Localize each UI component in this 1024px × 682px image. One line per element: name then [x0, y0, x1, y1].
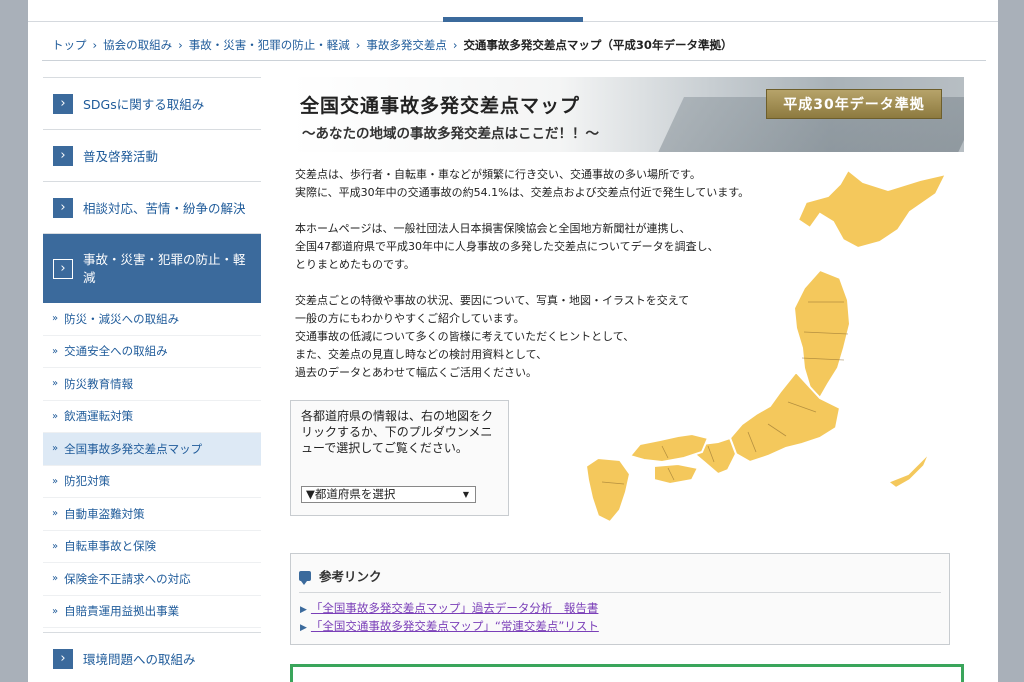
double-arrow-icon: »: [52, 410, 59, 422]
hero-banner: 全国交通事故多発交差点マップ 〜あなたの地域の事故多発交差点はここだ！！〜 平成…: [290, 77, 964, 152]
speech-bubble-icon: [299, 570, 311, 585]
intro-line: 過去のデータとあわせて幅広くご活用ください。: [295, 366, 537, 379]
prefecture-selector-box: 各都道府県の情報は、右の地図をクリックするか、下のプルダウンメニューで選択してご…: [290, 400, 509, 516]
reference-link-label: 「全国交通事故多発交差点マップ」“常連交差点”リスト: [310, 619, 599, 633]
sidebar-item-label: 環境問題への取組み: [83, 652, 196, 667]
sidebar-item-label: 相談対応、苦情・紛争の解決: [83, 201, 246, 216]
japan-map-svg[interactable]: [558, 162, 958, 532]
page-subtitle: 〜あなたの地域の事故多発交差点はここだ！！〜: [302, 126, 599, 142]
sidebar-subitem-jibaiseki[interactable]: » 自賠責運用益拠出事業: [43, 596, 261, 628]
sidebar-subitem-label: 自賠責運用益拠出事業: [64, 604, 180, 619]
bullet-arrow-icon: ▶: [300, 605, 307, 615]
sidebar-subitem-education[interactable]: » 防災教育情報: [43, 368, 261, 401]
reference-link-label: 「全国事故多発交差点マップ」過去データ分析 報告書: [310, 601, 599, 615]
reference-links-box: 参考リンク ▶ 「全国事故多発交差点マップ」過去データ分析 報告書 ▶ 「全国交通事…: [290, 553, 950, 645]
breadcrumb: トップ › 協会の取組み › 事故・災害・犯罪の防止・軽減 › 事故多発交差点 › 交通事故多発…: [52, 37, 982, 55]
sidebar-subitem-label: 自動車盗難対策: [64, 506, 145, 521]
sidebar-subitem-label: 防犯対策: [64, 474, 111, 489]
reference-links-title: 参考リンク: [319, 569, 382, 584]
prefecture-dropdown[interactable]: ▼都道府県を選択 ▼: [301, 486, 476, 503]
intro-line: 一般の方にもわかりやすくご紹介しています。: [295, 312, 525, 325]
sidebar-item-environment[interactable]: › 環境問題への取組み: [43, 632, 261, 682]
sidebar-subitem-label: 防災教育情報: [64, 376, 134, 391]
sidebar-subitem-fraud[interactable]: » 保険金不正請求への対応: [43, 563, 261, 596]
sidebar-subitem-label: 保険金不正請求への対応: [64, 571, 191, 586]
chevron-right-icon: ›: [53, 197, 73, 218]
reference-divider: [299, 592, 941, 593]
top-navigation: [28, 0, 998, 22]
reference-link-analysis-report[interactable]: ▶ 「全国事故多発交差点マップ」過去データ分析 報告書: [300, 600, 598, 616]
sidebar-subitem-bicycle[interactable]: » 自転車事故と保険: [43, 531, 261, 563]
page: トップ › 協会の取組み › 事故・災害・犯罪の防止・軽減 › 事故多発交差点 › 交通事故多発…: [28, 0, 998, 682]
intro-line: また、交差点の見直し時などの検討用資料として、: [295, 348, 548, 361]
map-region-kyushu[interactable]: [584, 456, 632, 524]
sidebar-subitem-drunk-driving[interactable]: » 飲酒運転対策: [43, 401, 261, 433]
reference-link-regular-intersections[interactable]: ▶ 「全国交通事故多発交差点マップ」“常連交差点”リスト: [300, 618, 599, 634]
selector-instructions: 各都道府県の情報は、右の地図をクリックするか、下のプルダウンメニューで選択してご…: [301, 409, 494, 455]
double-arrow-icon: »: [52, 313, 59, 325]
map-region-hokkaido[interactable]: [796, 168, 948, 250]
double-arrow-icon: »: [52, 378, 59, 390]
breadcrumb-separator: ›: [92, 38, 98, 52]
double-arrow-icon: »: [52, 540, 59, 552]
breadcrumb-link-activities[interactable]: 協会の取組み: [103, 38, 172, 52]
sidebar-item-label: SDGsに関する取組み: [83, 97, 205, 112]
breadcrumb-link-top[interactable]: トップ: [52, 38, 87, 52]
double-arrow-icon: »: [52, 443, 59, 455]
page-title: 全国交通事故多発交差点マップ: [300, 95, 581, 117]
sidebar-subitem-intersection-map-current[interactable]: » 全国事故多発交差点マップ: [43, 433, 261, 466]
sidebar-item-awareness[interactable]: › 普及啓発活動: [43, 129, 261, 181]
sidebar-subitem-label: 全国事故多発交差点マップ: [64, 441, 203, 456]
sidebar-subitem-label: 防災・減災への取組み: [64, 311, 180, 326]
sidebar-subitem-crime-prevention[interactable]: » 防犯対策: [43, 466, 261, 498]
sidebar-item-sdgs[interactable]: › SDGsに関する取組み: [43, 77, 261, 129]
sidebar-item-prevention-active[interactable]: › 事故・災害・犯罪の防止・軽減: [43, 233, 261, 303]
sidebar-subitem-car-theft[interactable]: » 自動車盗難対策: [43, 498, 261, 531]
sidebar-subitem-label: 交通安全への取組み: [64, 344, 168, 359]
sidebar-item-consultation[interactable]: › 相談対応、苦情・紛争の解決: [43, 181, 261, 233]
japan-map[interactable]: [558, 162, 958, 532]
map-region-shikoku[interactable]: [653, 462, 700, 486]
double-arrow-icon: »: [52, 605, 59, 617]
chevron-right-icon: ›: [53, 258, 73, 279]
sidebar-subitem-label: 飲酒運転対策: [64, 409, 134, 424]
reference-links-heading: 参考リンク: [299, 566, 382, 585]
chevron-down-icon: ▼: [462, 490, 469, 499]
double-arrow-icon: »: [52, 345, 59, 357]
top-nav-tab-3[interactable]: [618, 0, 758, 22]
sidebar-subitem-disaster[interactable]: » 防災・減災への取組み: [43, 303, 261, 336]
bullet-arrow-icon: ▶: [300, 623, 307, 633]
map-region-chugoku[interactable]: [628, 432, 710, 464]
top-nav-tab-active[interactable]: [443, 0, 583, 22]
sidebar-subitem-traffic-safety[interactable]: » 交通安全への取組み: [43, 336, 261, 368]
double-arrow-icon: »: [52, 475, 59, 487]
year-badge: 平成30年データ準拠: [766, 89, 942, 119]
breadcrumb-separator: ›: [452, 38, 458, 52]
breadcrumb-current: 交通事故多発交差点マップ（平成30年データ準拠）: [463, 38, 733, 52]
breadcrumb-separator: ›: [355, 38, 361, 52]
sidebar-item-label: 普及啓発活動: [83, 149, 159, 164]
breadcrumb-divider: [42, 60, 986, 61]
chevron-right-icon: ›: [53, 648, 73, 669]
next-section-box: [290, 664, 964, 682]
sidebar-subitem-label: 自転車事故と保険: [64, 539, 157, 554]
breadcrumb-separator: ›: [178, 38, 183, 52]
intro-line: とりまとめたものです。: [295, 258, 415, 271]
breadcrumb-link-intersections[interactable]: 事故多発交差点: [366, 38, 447, 52]
sidebar: › SDGsに関する取組み › 普及啓発活動 › 相談対応、苦情・紛争の解決 ›…: [43, 77, 261, 682]
map-region-okinawa[interactable]: [885, 451, 931, 490]
sidebar-item-label: 事故・災害・犯罪の防止・軽減: [83, 251, 246, 285]
top-nav-tab-4[interactable]: [788, 0, 928, 22]
breadcrumb-link-prevention[interactable]: 事故・災害・犯罪の防止・軽減: [189, 38, 350, 52]
double-arrow-icon: »: [52, 573, 59, 585]
chevron-right-icon: ›: [53, 93, 73, 114]
top-nav-tab-1[interactable]: [228, 0, 368, 22]
dropdown-selected-value: ▼都道府県を選択: [306, 487, 396, 501]
chevron-right-icon: ›: [53, 145, 73, 166]
double-arrow-icon: »: [52, 508, 59, 520]
